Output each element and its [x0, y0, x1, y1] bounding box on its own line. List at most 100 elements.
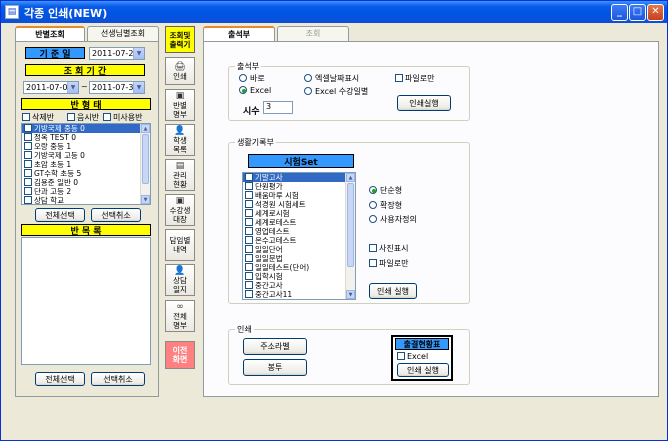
radio-icon[interactable] [239, 86, 247, 94]
nav-class-roster-button[interactable]: ▣ 반별 명부 [165, 89, 195, 121]
checkbox-icon[interactable] [24, 124, 32, 132]
radio-icon[interactable] [304, 74, 312, 82]
tab-class-search[interactable]: 반별조회 [15, 26, 85, 42]
class-list-select-all-button[interactable]: 전체선택 [35, 372, 85, 386]
radio-icon[interactable] [239, 74, 247, 82]
minimize-button[interactable]: _ [611, 4, 628, 21]
checkbox-icon[interactable] [24, 142, 32, 150]
chevron-down-icon[interactable]: ▼ [133, 82, 144, 93]
checkbox-icon[interactable] [24, 133, 32, 141]
scroll-up-icon[interactable]: ▲ [346, 173, 355, 182]
list-item[interactable]: 세계로시험 [243, 209, 355, 218]
check-file-only[interactable]: 파일로만 [395, 73, 434, 84]
checkbox-icon[interactable] [245, 236, 253, 244]
attendance-table-print-button[interactable]: 인쇄 실행 [397, 363, 449, 377]
list-item[interactable]: 일일단어 [243, 245, 355, 254]
checkbox-icon[interactable] [245, 218, 253, 226]
list-item[interactable]: 단원평가 [243, 182, 355, 191]
class-form-select-all-button[interactable]: 전체선택 [35, 208, 85, 222]
list-item[interactable]: 중간고사 [243, 281, 355, 290]
nav-query-output-button[interactable]: 조회및 출력기 [165, 26, 195, 53]
from-date-combo[interactable]: 2011-07-01 ▼ [23, 81, 79, 94]
scroll-thumb[interactable] [347, 183, 354, 267]
list-item[interactable]: 온수고테스트 [243, 236, 355, 245]
list-item[interactable]: 세계로테스트 [243, 218, 355, 227]
radio-direct[interactable]: 바로 [239, 73, 265, 84]
list-item[interactable]: GT수학 초등 5 [22, 169, 150, 178]
check-unused-class[interactable]: 미사용반 [103, 112, 142, 123]
scroll-thumb[interactable] [142, 134, 149, 184]
tab-teacher-search[interactable]: 선생님별조회 [87, 26, 159, 42]
nav-homeroom-button[interactable]: 담임별 내역 [165, 229, 195, 261]
checkbox-icon[interactable] [397, 352, 405, 360]
checkbox-icon[interactable] [22, 113, 30, 121]
to-date-combo[interactable]: 2011-07-31 ▼ [89, 81, 145, 94]
nav-counsel-log-button[interactable]: 👤 상담 일지 [165, 264, 195, 296]
check-photo-display[interactable]: 사진표시 [369, 243, 408, 254]
checkbox-icon[interactable] [245, 254, 253, 262]
radio-icon[interactable] [369, 201, 377, 209]
checkbox-icon[interactable] [369, 259, 377, 267]
close-button[interactable]: ✕ [647, 4, 664, 21]
checkbox-icon[interactable] [245, 281, 253, 289]
maximize-button[interactable]: □ [629, 4, 646, 21]
class-list[interactable] [21, 237, 151, 365]
class-form-deselect-button[interactable]: 선택취소 [91, 208, 141, 222]
exam-set-scrollbar[interactable]: ▲ ▼ [345, 173, 355, 299]
checkbox-icon[interactable] [245, 200, 253, 208]
list-item[interactable]: 초암 초등 1 [22, 160, 150, 169]
list-item[interactable]: 배움마루 시험 [243, 191, 355, 200]
nav-full-roster-button[interactable]: ∞ 전체 명부 [165, 300, 195, 332]
radio-custom-type[interactable]: 사용자정의 [369, 214, 417, 225]
base-date-combo[interactable]: 2011-07-21 ▼ [89, 47, 145, 60]
checkbox-icon[interactable] [245, 263, 253, 271]
checkbox-icon[interactable] [24, 187, 32, 195]
list-item[interactable]: 입학시험 [243, 272, 355, 281]
list-item[interactable]: 석경원 시험세트 [243, 200, 355, 209]
life-record-print-button[interactable]: 인쇄 실행 [369, 283, 417, 299]
checkbox-icon[interactable] [245, 290, 253, 298]
scroll-up-icon[interactable]: ▲ [141, 124, 150, 133]
title-bar[interactable]: ▤ 각종 인쇄(NEW) _ □ ✕ [1, 1, 667, 23]
hours-input[interactable]: 3 [263, 101, 293, 114]
list-item[interactable]: 기방국제 고등 0 [22, 151, 150, 160]
checkbox-icon[interactable] [24, 151, 32, 159]
list-item[interactable]: 일일문법 [243, 254, 355, 263]
scroll-down-icon[interactable]: ▼ [346, 290, 355, 299]
scroll-down-icon[interactable]: ▼ [141, 195, 150, 204]
checkbox-icon[interactable] [395, 74, 403, 82]
tab-inquiry[interactable]: 조회 [277, 26, 349, 42]
exam-set-list[interactable]: 기말고사 단원평가 배움마루 시험 석경원 시험세트 세계로시험 세계로테스트 영업테스트 온… [242, 172, 356, 300]
class-list-deselect-button[interactable]: 선택취소 [91, 372, 145, 386]
radio-simple-type[interactable]: 단순형 [369, 185, 402, 196]
list-item[interactable]: 일일테스트(단어) [243, 263, 355, 272]
class-form-list[interactable]: 기방국제 중등 0 정옥 TEST 0 오랑 중등 1 기방국제 고등 0 초암 초등 … [21, 123, 151, 205]
radio-icon[interactable] [304, 87, 312, 95]
checkbox-icon[interactable] [24, 196, 32, 204]
radio-excel[interactable]: Excel [239, 86, 271, 95]
list-item[interactable]: 김용준 일반 0 [22, 178, 150, 187]
checkbox-icon[interactable] [245, 272, 253, 280]
nav-prev-screen-button[interactable]: 이전 화면 [165, 341, 195, 369]
attendance-print-button[interactable]: 인쇄실행 [397, 95, 451, 111]
list-item[interactable]: 기말고사 [243, 173, 355, 182]
list-item[interactable]: 영업테스트 [243, 227, 355, 236]
check-deleted-class[interactable]: 삭제반 [22, 112, 54, 123]
radio-icon[interactable] [369, 186, 377, 194]
checkbox-icon[interactable] [245, 173, 253, 181]
envelope-button[interactable]: 봉투 [243, 359, 307, 376]
checkbox-icon[interactable] [245, 209, 253, 217]
checkbox-icon[interactable] [369, 244, 377, 252]
list-item[interactable]: 기방국제 중등 0 [22, 124, 150, 133]
address-label-button[interactable]: 주소라벨 [243, 338, 307, 355]
check-excel[interactable]: Excel [397, 352, 428, 361]
checkbox-icon[interactable] [245, 227, 253, 235]
tab-attendance[interactable]: 출석부 [203, 26, 275, 42]
nav-student-list-button[interactable]: 👤 학생 목록 [165, 124, 195, 156]
chevron-down-icon[interactable]: ▼ [133, 48, 144, 59]
radio-extended-type[interactable]: 확장형 [369, 200, 402, 211]
nav-enrollment-ledger-button[interactable]: ▣ 수강생 대장 [165, 194, 195, 226]
radio-excel-date-display[interactable]: 엑셀날짜표시 [304, 73, 359, 84]
checkbox-icon[interactable] [24, 169, 32, 177]
checkbox-icon[interactable] [245, 182, 253, 190]
